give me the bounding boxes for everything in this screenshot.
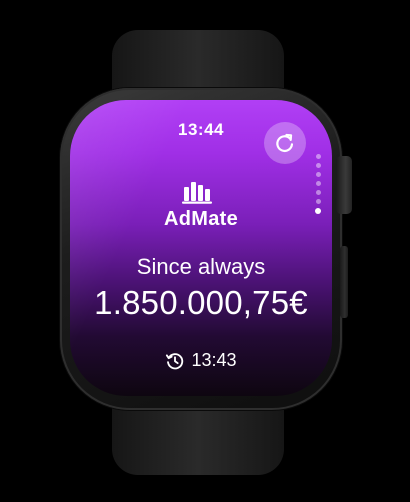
- page-dot: [315, 181, 321, 186]
- page-dot: [315, 154, 321, 159]
- page-dot: [315, 163, 321, 168]
- watch-mockup: 13:44 AdMate Since always 1.850.000,75€: [0, 0, 410, 502]
- earnings-amount: 1.850.000,75€: [94, 284, 308, 321]
- side-button[interactable]: [340, 246, 348, 318]
- watch-screen: 13:44 AdMate Since always 1.850.000,75€: [70, 100, 332, 396]
- period-label: Since always: [136, 254, 266, 279]
- digital-crown[interactable]: [336, 156, 352, 214]
- app-name: AdMate: [163, 208, 239, 230]
- last-update-time: 13:43: [191, 350, 237, 370]
- page-dot: [315, 199, 321, 204]
- page-dot: [315, 172, 321, 177]
- last-update: 13:43: [70, 350, 332, 371]
- refresh-button[interactable]: [264, 122, 306, 164]
- page-dot: [315, 190, 321, 195]
- bar-chart-icon: [182, 182, 212, 204]
- page-indicator: [314, 154, 322, 214]
- refresh-icon: [276, 133, 294, 153]
- history-clock-icon: [166, 352, 184, 369]
